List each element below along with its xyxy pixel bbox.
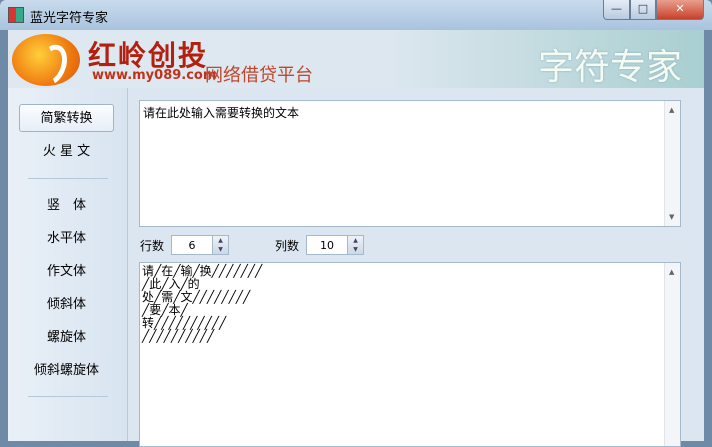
divider bbox=[28, 178, 108, 179]
sidebar-item-martian[interactable]: 火 星 文 bbox=[19, 138, 114, 166]
banner: 红岭创投 www.my089.com 网络借贷平台 字符专家 bbox=[8, 30, 704, 88]
title-bar: 蓝光字符专家 — □ ✕ bbox=[0, 0, 712, 30]
divider bbox=[28, 396, 108, 397]
input-scrollbar[interactable]: ▲ ▼ bbox=[664, 101, 680, 226]
brand-slogan: 网络借贷平台 bbox=[205, 65, 313, 86]
output-text: 请╱在╱输╱换╱╱╱╱╱╱╱ ╱此╱入╱的 处╱需╱文╱╱╱╱╱╱╱╱ ╱要╱本… bbox=[142, 264, 263, 343]
app-icon bbox=[8, 7, 24, 23]
output-textarea[interactable]: 请╱在╱输╱换╱╱╱╱╱╱╱ ╱此╱入╱的 处╱需╱文╱╱╱╱╱╱╱╱ ╱要╱本… bbox=[139, 262, 681, 447]
minimize-button[interactable]: — bbox=[603, 0, 630, 20]
output-scrollbar[interactable]: ▲ bbox=[664, 263, 680, 446]
rows-spin-buttons[interactable]: ▲ ▼ bbox=[212, 236, 228, 254]
close-button[interactable]: ✕ bbox=[656, 0, 704, 20]
maximize-button[interactable]: □ bbox=[630, 0, 656, 20]
input-text: 请在此处输入需要转换的文本 bbox=[143, 106, 300, 120]
rows-stepper[interactable]: 6 ▲ ▼ bbox=[171, 235, 229, 255]
sidebar-item-spiral[interactable]: 螺旋体 bbox=[19, 324, 114, 352]
logo-icon bbox=[12, 34, 80, 86]
scroll-up-icon[interactable]: ▲ bbox=[669, 106, 674, 114]
rows-value[interactable]: 6 bbox=[172, 239, 212, 252]
cols-spin-buttons[interactable]: ▲ ▼ bbox=[347, 236, 363, 254]
sidebar-item-simplified-traditional[interactable]: 简繁转换 bbox=[19, 104, 114, 132]
sidebar: 简繁转换 火 星 文 竖 体 水平体 作文体 倾斜体 螺旋体 倾斜螺旋体 bbox=[8, 88, 128, 441]
product-title: 字符专家 bbox=[538, 47, 683, 88]
cols-value[interactable]: 10 bbox=[307, 239, 347, 252]
sidebar-item-vertical[interactable]: 竖 体 bbox=[19, 192, 114, 220]
window-title: 蓝光字符专家 bbox=[30, 11, 109, 26]
scroll-up-icon[interactable]: ▲ bbox=[669, 268, 674, 276]
sidebar-item-composition[interactable]: 作文体 bbox=[19, 258, 114, 286]
sidebar-item-slanted[interactable]: 倾斜体 bbox=[19, 291, 114, 319]
cols-label: 列数 bbox=[275, 239, 300, 253]
sidebar-item-horizontal[interactable]: 水平体 bbox=[19, 225, 114, 253]
brand-url: www.my089.com bbox=[92, 68, 217, 83]
rows-label: 行数 bbox=[140, 239, 165, 253]
scroll-down-icon[interactable]: ▼ bbox=[669, 213, 674, 221]
sidebar-item-slanted-spiral[interactable]: 倾斜螺旋体 bbox=[19, 357, 114, 385]
input-textarea[interactable]: 请在此处输入需要转换的文本 ▲ ▼ bbox=[139, 100, 681, 227]
cols-stepper[interactable]: 10 ▲ ▼ bbox=[306, 235, 364, 255]
